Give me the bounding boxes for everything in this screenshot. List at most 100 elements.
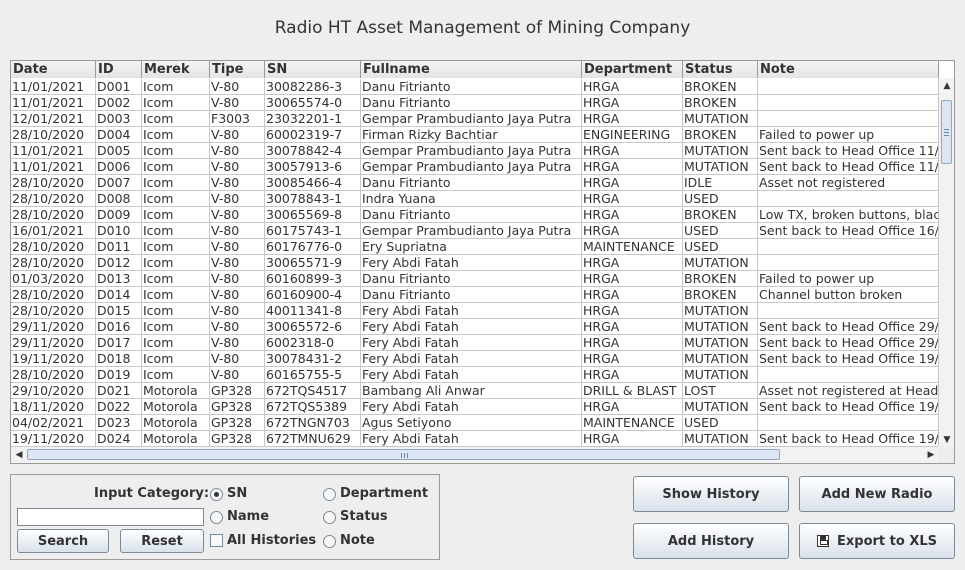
cell-fullname[interactable]: Danu Fitrianto bbox=[361, 79, 582, 95]
table-row[interactable]: 11/01/2021 D001 Icom V-80 30082286-3 Danu Fit… bbox=[11, 79, 939, 95]
cell-fullname[interactable]: Danu Fitrianto bbox=[361, 207, 582, 223]
add-new-radio-button[interactable]: Add New Radio bbox=[799, 476, 955, 512]
cell-department[interactable]: HRGA bbox=[582, 367, 683, 383]
cell-status[interactable]: USED bbox=[683, 415, 758, 431]
table-row[interactable]: 19/11/2020 D018 Icom V-80 30078431-2 Fery Abd… bbox=[11, 351, 939, 367]
table-row[interactable]: 19/11/2020 D024 Motorola GP328 672TMNU629 Fer… bbox=[11, 431, 939, 447]
cell-department[interactable]: HRGA bbox=[582, 191, 683, 207]
cell-merek[interactable]: Icom bbox=[142, 223, 210, 239]
cell-status[interactable]: USED bbox=[683, 239, 758, 255]
cell-merek[interactable]: Icom bbox=[142, 303, 210, 319]
cell-sn[interactable]: 672TQS5389 bbox=[265, 399, 361, 415]
cell-sn[interactable]: 60176776-0 bbox=[265, 239, 361, 255]
radio-note-label[interactable]: Note bbox=[340, 533, 375, 548]
cell-tipe[interactable]: V-80 bbox=[210, 223, 265, 239]
cell-department[interactable]: HRGA bbox=[582, 143, 683, 159]
cell-department[interactable]: HRGA bbox=[582, 255, 683, 271]
cell-date[interactable]: 28/10/2020 bbox=[11, 239, 96, 255]
table-row[interactable]: 28/10/2020 D012 Icom V-80 30065571-9 Fery Abd… bbox=[11, 255, 939, 271]
cell-id[interactable]: D009 bbox=[96, 207, 142, 223]
cell-department[interactable]: DRILL & BLAST bbox=[582, 383, 683, 399]
cell-id[interactable]: D005 bbox=[96, 143, 142, 159]
cell-note[interactable]: Sent back to Head Office 29/ bbox=[758, 319, 939, 335]
cell-tipe[interactable]: V-80 bbox=[210, 95, 265, 111]
cell-merek[interactable]: Motorola bbox=[142, 431, 210, 447]
cell-department[interactable]: MAINTENANCE bbox=[582, 239, 683, 255]
cell-id[interactable]: D022 bbox=[96, 399, 142, 415]
cell-tipe[interactable]: V-80 bbox=[210, 127, 265, 143]
cell-department[interactable]: HRGA bbox=[582, 223, 683, 239]
cell-fullname[interactable]: Ery Supriatna bbox=[361, 239, 582, 255]
cell-date[interactable]: 11/01/2021 bbox=[11, 95, 96, 111]
cell-merek[interactable]: Icom bbox=[142, 239, 210, 255]
cell-department[interactable]: HRGA bbox=[582, 79, 683, 95]
cell-date[interactable]: 19/11/2020 bbox=[11, 431, 96, 447]
cell-tipe[interactable]: V-80 bbox=[210, 287, 265, 303]
cell-merek[interactable]: Icom bbox=[142, 367, 210, 383]
cell-sn[interactable]: 40011341-8 bbox=[265, 303, 361, 319]
cell-status[interactable]: BROKEN bbox=[683, 287, 758, 303]
radio-sn[interactable] bbox=[210, 488, 223, 501]
cell-sn[interactable]: 30085466-4 bbox=[265, 175, 361, 191]
cell-date[interactable]: 16/01/2021 bbox=[11, 223, 96, 239]
cell-id[interactable]: D023 bbox=[96, 415, 142, 431]
cell-note[interactable]: Asset not registered bbox=[758, 175, 939, 191]
cell-fullname[interactable]: Gempar Prambudianto Jaya Putra bbox=[361, 143, 582, 159]
cell-date[interactable]: 28/10/2020 bbox=[11, 127, 96, 143]
cell-note[interactable] bbox=[758, 111, 939, 127]
cell-status[interactable]: MUTATION bbox=[683, 143, 758, 159]
all-histories-checkbox[interactable] bbox=[210, 534, 223, 547]
table-row[interactable]: 01/03/2020 D013 Icom V-80 60160899-3 Danu Fit… bbox=[11, 271, 939, 287]
cell-sn[interactable]: 672TMNU629 bbox=[265, 431, 361, 447]
cell-note[interactable]: Sent back to Head Office 11/ bbox=[758, 143, 939, 159]
cell-status[interactable]: LOST bbox=[683, 383, 758, 399]
cell-date[interactable]: 11/01/2021 bbox=[11, 159, 96, 175]
cell-id[interactable]: D017 bbox=[96, 335, 142, 351]
cell-tipe[interactable]: V-80 bbox=[210, 159, 265, 175]
cell-date[interactable]: 18/11/2020 bbox=[11, 399, 96, 415]
cell-fullname[interactable]: Fery Abdi Fatah bbox=[361, 399, 582, 415]
cell-date[interactable]: 28/10/2020 bbox=[11, 207, 96, 223]
cell-fullname[interactable]: Fery Abdi Fatah bbox=[361, 367, 582, 383]
cell-merek[interactable]: Motorola bbox=[142, 383, 210, 399]
cell-tipe[interactable]: V-80 bbox=[210, 143, 265, 159]
cell-sn[interactable]: 23032201-1 bbox=[265, 111, 361, 127]
radio-name[interactable] bbox=[210, 511, 223, 524]
scroll-right-icon[interactable]: ▶ bbox=[923, 447, 939, 463]
cell-note[interactable] bbox=[758, 303, 939, 319]
cell-fullname[interactable]: Gempar Prambudianto Jaya Putra bbox=[361, 223, 582, 239]
cell-merek[interactable]: Motorola bbox=[142, 399, 210, 415]
radio-status[interactable] bbox=[323, 511, 336, 524]
cell-fullname[interactable]: Fery Abdi Fatah bbox=[361, 351, 582, 367]
cell-note[interactable]: Sent back to Head Office 29/ bbox=[758, 335, 939, 351]
column-header-note[interactable]: Note bbox=[758, 61, 939, 78]
cell-merek[interactable]: Icom bbox=[142, 127, 210, 143]
cell-note[interactable]: Sent back to Head Office 11/ bbox=[758, 159, 939, 175]
cell-id[interactable]: D021 bbox=[96, 383, 142, 399]
cell-date[interactable]: 12/01/2021 bbox=[11, 111, 96, 127]
horizontal-scroll-thumb[interactable] bbox=[27, 449, 780, 460]
cell-merek[interactable]: Icom bbox=[142, 255, 210, 271]
cell-sn[interactable]: 30078843-1 bbox=[265, 191, 361, 207]
cell-merek[interactable]: Icom bbox=[142, 319, 210, 335]
table-row[interactable]: 11/01/2021 D002 Icom V-80 30065574-0 Danu Fit… bbox=[11, 95, 939, 111]
cell-date[interactable]: 29/11/2020 bbox=[11, 335, 96, 351]
cell-tipe[interactable]: V-80 bbox=[210, 351, 265, 367]
cell-date[interactable]: 19/11/2020 bbox=[11, 351, 96, 367]
cell-date[interactable]: 29/10/2020 bbox=[11, 383, 96, 399]
cell-fullname[interactable]: Danu Fitrianto bbox=[361, 287, 582, 303]
cell-note[interactable] bbox=[758, 191, 939, 207]
cell-id[interactable]: D018 bbox=[96, 351, 142, 367]
reset-button[interactable]: Reset bbox=[120, 529, 204, 553]
radio-department[interactable] bbox=[323, 488, 336, 501]
cell-status[interactable]: MUTATION bbox=[683, 351, 758, 367]
cell-tipe[interactable]: V-80 bbox=[210, 335, 265, 351]
cell-note[interactable] bbox=[758, 415, 939, 431]
scroll-left-icon[interactable]: ◀ bbox=[11, 447, 27, 463]
cell-id[interactable]: D019 bbox=[96, 367, 142, 383]
cell-department[interactable]: HRGA bbox=[582, 335, 683, 351]
cell-date[interactable]: 28/10/2020 bbox=[11, 255, 96, 271]
cell-fullname[interactable]: Bambang Ali Anwar bbox=[361, 383, 582, 399]
cell-department[interactable]: HRGA bbox=[582, 287, 683, 303]
cell-sn[interactable]: 30082286-3 bbox=[265, 79, 361, 95]
